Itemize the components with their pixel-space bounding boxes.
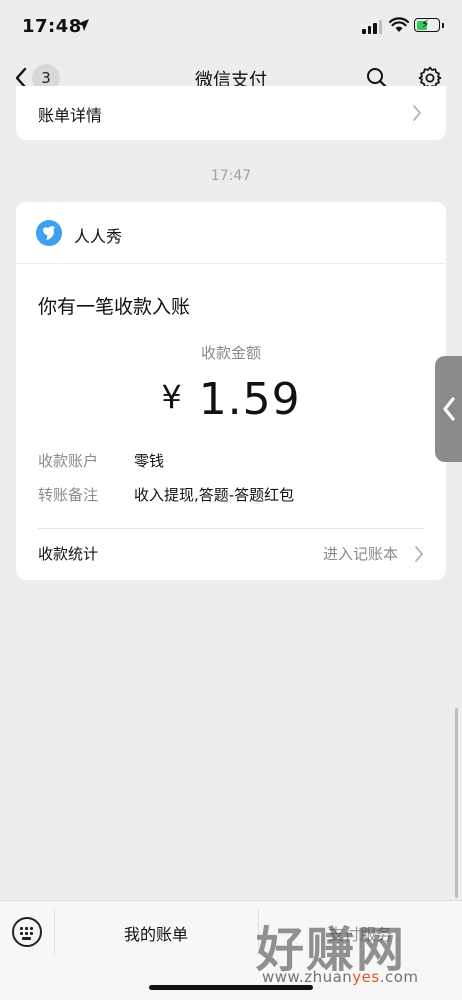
receipt-stats-label: 收款统计 — [38, 545, 99, 563]
currency-symbol: ¥ — [161, 378, 183, 416]
battery-cap — [442, 23, 444, 28]
payment-received-card[interactable]: 人人秀 你有一笔收款入账 收款金额 ¥1.59 收款账户 零钱 转账备注 收入提… — [16, 202, 446, 580]
wifi-icon — [389, 17, 409, 32]
cellular-signal-icon — [362, 20, 382, 34]
watermark-url: www.zhuanyes.com — [262, 968, 419, 986]
location-arrow-icon — [77, 19, 89, 31]
receiving-account-value: 零钱 — [134, 452, 165, 470]
side-floating-tab[interactable] — [435, 356, 462, 462]
amount-display: ¥1.59 — [16, 374, 446, 425]
scrollbar[interactable] — [455, 708, 458, 898]
chevron-left-icon — [443, 397, 455, 421]
battery-icon: ⚡ — [414, 18, 440, 32]
app-name: 人人秀 — [74, 227, 123, 246]
divider — [38, 528, 424, 529]
open-ledger-link[interactable]: 进入记账本 — [323, 543, 398, 564]
bill-details-card[interactable]: 账单详情 — [16, 86, 446, 140]
amount-label: 收款金额 — [200, 344, 261, 362]
home-indicator — [149, 985, 313, 990]
transfer-note-label: 转账备注 — [38, 486, 99, 504]
amount-value: 1.59 — [198, 374, 301, 425]
transfer-note-value: 收入提现,答题-答题红包 — [134, 486, 295, 504]
my-bills-tab[interactable]: 我的账单 — [54, 921, 258, 945]
message-title: 你有一笔收款入账 — [38, 296, 191, 318]
card-header: 人人秀 — [16, 202, 446, 264]
bird-icon — [36, 220, 62, 246]
status-time: 17:48 — [22, 16, 82, 37]
bill-details-label: 账单详情 — [38, 106, 103, 125]
chevron-right-icon — [413, 105, 421, 121]
keyboard-icon[interactable] — [12, 917, 42, 947]
status-bar: 17:48 ⚡ — [0, 0, 462, 52]
chevron-right-icon — [415, 546, 423, 562]
receiving-account-label: 收款账户 — [38, 452, 99, 470]
message-timestamp: 17:47 — [210, 168, 252, 184]
